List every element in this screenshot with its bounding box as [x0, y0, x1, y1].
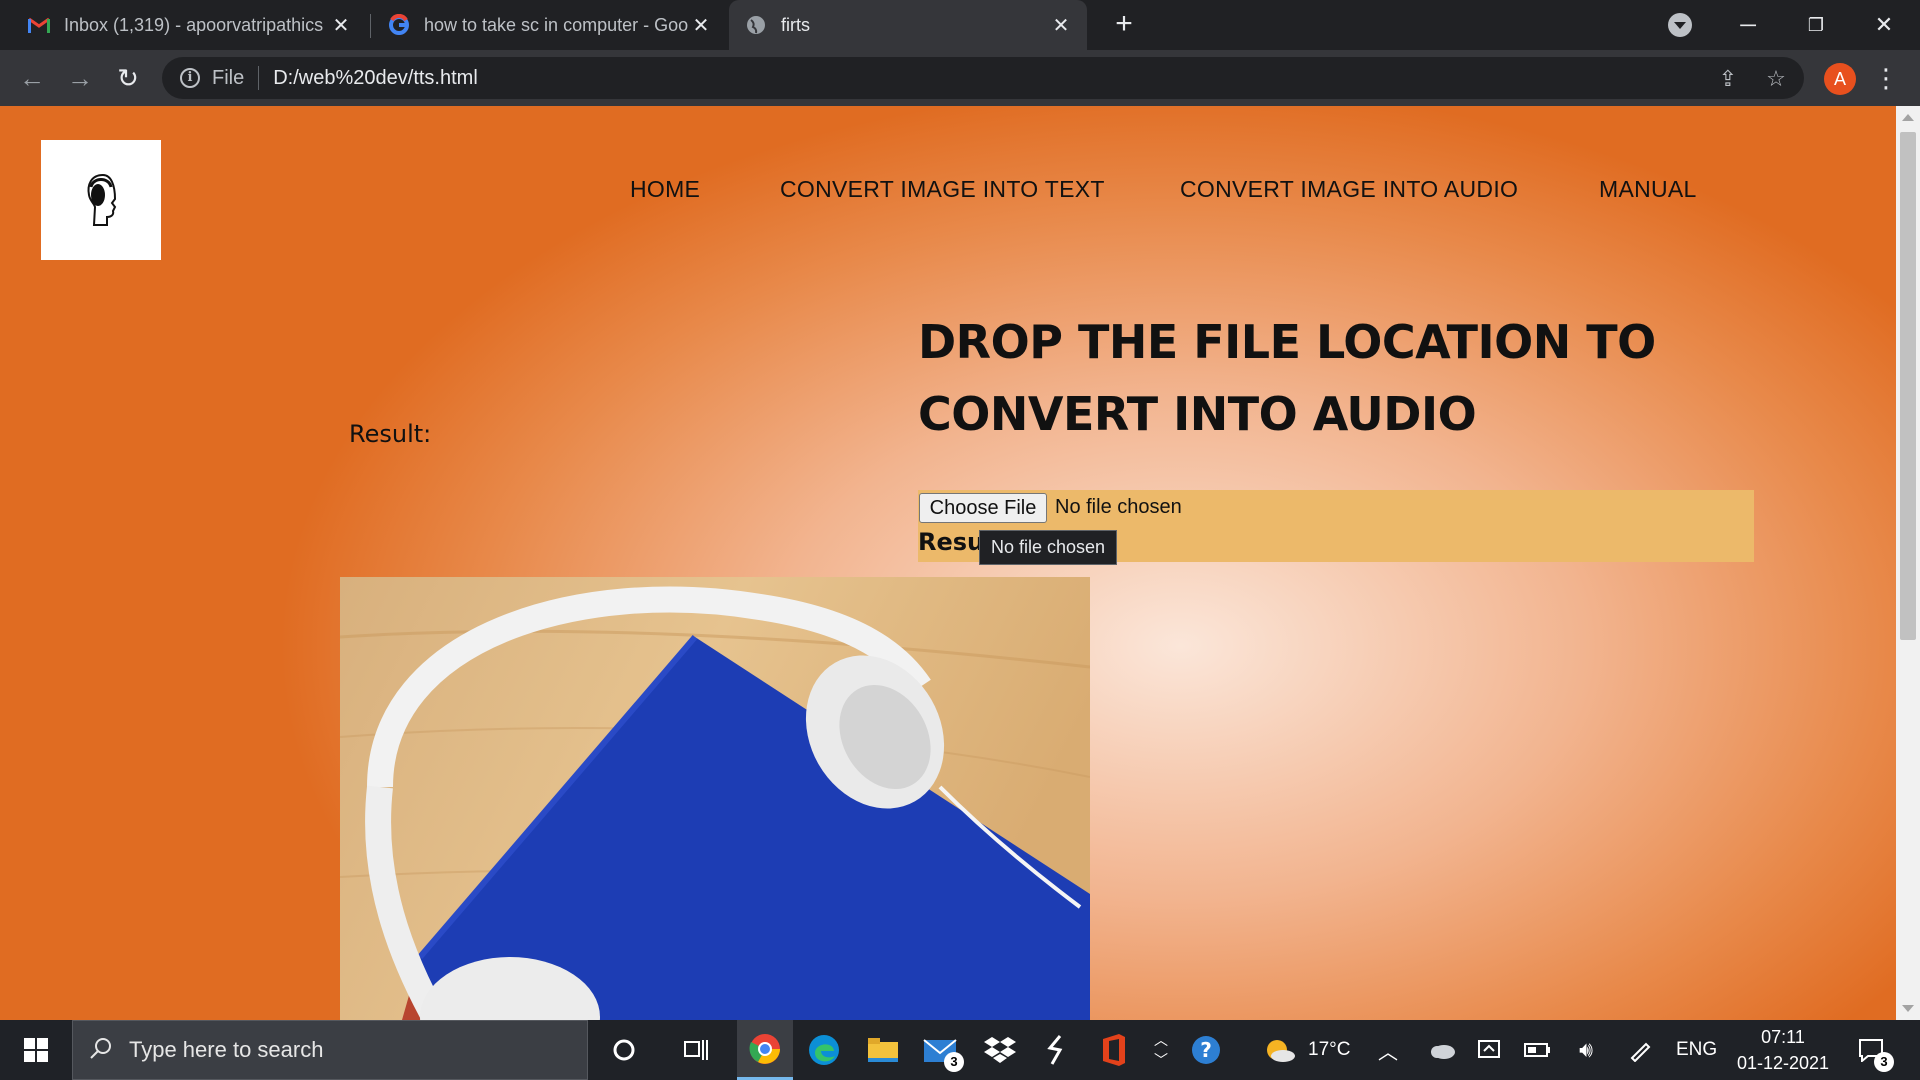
- restore-icon[interactable]: ❐: [1798, 8, 1834, 42]
- minimize-icon[interactable]: ─: [1730, 8, 1766, 42]
- weather-temp[interactable]: 17°C: [1308, 1020, 1350, 1080]
- mail-icon[interactable]: 3: [912, 1020, 968, 1080]
- battery-icon[interactable]: [1516, 1020, 1560, 1080]
- browser-toolbar: ← → ↻ i File D:/web%20dev/tts.html ⇪ ☆ A…: [0, 50, 1920, 106]
- dropbox-icon[interactable]: [972, 1020, 1028, 1080]
- mail-badge: 3: [944, 1052, 964, 1072]
- main-nav: HOME CONVERT IMAGE INTO TEXT CONVERT IMA…: [0, 176, 1896, 216]
- bookmark-star-icon[interactable]: ☆: [1762, 65, 1790, 93]
- profile-avatar[interactable]: A: [1824, 63, 1856, 95]
- globe-icon: [745, 14, 767, 36]
- url-text[interactable]: D:/web%20dev/tts.html: [273, 67, 478, 90]
- new-tab-button[interactable]: +: [1108, 9, 1140, 41]
- nav-home[interactable]: HOME: [630, 176, 700, 203]
- search-placeholder: Type here to search: [129, 1037, 324, 1062]
- clock-time: 07:11: [1761, 1027, 1805, 1047]
- show-hidden-icons-chevron-up-icon[interactable]: ︿: [1368, 1020, 1408, 1080]
- reload-icon[interactable]: ↻: [112, 62, 144, 94]
- nav-manual[interactable]: MANUAL: [1599, 176, 1697, 203]
- heading-line-2: CONVERT INTO AUDIO: [918, 387, 1477, 441]
- taskbar-scroll-arrows-icon[interactable]: ︿ ﹀: [1146, 1020, 1176, 1080]
- close-tab-icon[interactable]: ✕: [331, 13, 351, 38]
- file-input-tooltip: No file chosen: [979, 530, 1118, 565]
- info-icon[interactable]: i: [180, 68, 200, 88]
- scroll-up-icon[interactable]: [1902, 114, 1914, 121]
- taskbar-clock[interactable]: 07:11 01-12-2021: [1728, 1024, 1838, 1076]
- svg-text:?: ?: [1200, 1038, 1212, 1062]
- file-status-text: No file chosen: [1055, 496, 1182, 518]
- result-label: Result:: [349, 420, 432, 448]
- tab-google[interactable]: how to take sc in computer - Goo ✕: [372, 0, 727, 50]
- file-explorer-icon[interactable]: [855, 1020, 911, 1080]
- edge-icon[interactable]: [796, 1020, 852, 1080]
- tab-title: how to take sc in computer - Goo: [424, 14, 689, 35]
- sublime-icon[interactable]: [1028, 1020, 1084, 1080]
- browser-menu-icon[interactable]: ⋮: [1872, 62, 1900, 94]
- notification-center-icon[interactable]: 3: [1846, 1020, 1896, 1080]
- share-icon[interactable]: ⇪: [1714, 65, 1742, 93]
- help-icon[interactable]: ?: [1178, 1020, 1234, 1080]
- clock-date: 01-12-2021: [1736, 1053, 1830, 1073]
- browser-tab-strip: Inbox (1,319) - apoorvatripathics ✕ how …: [0, 0, 1920, 50]
- heading-line-1: DROP THE FILE LOCATION TO: [918, 315, 1656, 369]
- device-sync-icon[interactable]: [1468, 1020, 1512, 1080]
- close-window-icon[interactable]: ✕: [1866, 8, 1902, 42]
- office-icon[interactable]: [1085, 1020, 1141, 1080]
- tab-title: Inbox (1,319) - apoorvatripathics: [64, 14, 324, 35]
- page-heading: DROP THE FILE LOCATION TO CONVERT INTO A…: [918, 306, 1818, 450]
- volume-icon[interactable]: 🔊︎: [1564, 1020, 1608, 1080]
- forward-icon[interactable]: →: [64, 62, 96, 94]
- notification-badge: 3: [1874, 1052, 1894, 1072]
- task-view-icon[interactable]: [668, 1020, 724, 1080]
- address-bar[interactable]: i File D:/web%20dev/tts.html ⇪ ☆: [162, 57, 1804, 99]
- result-output-label: Resu: [918, 528, 985, 556]
- book-headphones-image: [340, 577, 1090, 1020]
- choose-file-button[interactable]: Choose File: [919, 493, 1047, 523]
- url-scheme: File: [212, 66, 245, 89]
- page-scrollbar[interactable]: [1896, 106, 1920, 1020]
- page-viewport: HOME CONVERT IMAGE INTO TEXT CONVERT IMA…: [0, 106, 1896, 1020]
- close-tab-icon[interactable]: ✕: [1051, 13, 1071, 38]
- omnibox-divider: [258, 66, 260, 90]
- nav-convert-image-audio[interactable]: CONVERT IMAGE INTO AUDIO: [1180, 176, 1518, 203]
- tab-search-icon[interactable]: [1668, 13, 1692, 37]
- tab-active-page[interactable]: firts ✕: [729, 0, 1087, 50]
- windows-taskbar: Type here to search 3 ︿ ﹀ ? 17°C ︿ 🔊︎ EN…: [0, 1020, 1920, 1080]
- search-icon: [89, 1036, 113, 1065]
- tab-separator: [370, 14, 371, 38]
- tab-title: firts: [781, 14, 810, 35]
- gmail-icon: [28, 14, 50, 36]
- google-icon: [388, 14, 410, 36]
- close-tab-icon[interactable]: ✕: [691, 13, 711, 38]
- pen-ink-icon[interactable]: [1618, 1020, 1662, 1080]
- tab-gmail[interactable]: Inbox (1,319) - apoorvatripathics ✕: [12, 0, 367, 50]
- taskbar-search-input[interactable]: Type here to search: [72, 1020, 588, 1080]
- onedrive-cloud-icon[interactable]: [1420, 1020, 1464, 1080]
- scroll-thumb[interactable]: [1900, 132, 1916, 640]
- chrome-taskbar-icon[interactable]: [737, 1020, 793, 1080]
- weather-sun-icon[interactable]: [1252, 1020, 1308, 1080]
- back-icon[interactable]: ←: [16, 62, 48, 94]
- scroll-down-icon[interactable]: [1902, 1005, 1914, 1012]
- input-language[interactable]: ENG: [1676, 1020, 1717, 1080]
- nav-convert-image-text[interactable]: CONVERT IMAGE INTO TEXT: [780, 176, 1105, 203]
- windows-start-icon[interactable]: [0, 1020, 72, 1080]
- cortana-icon[interactable]: [596, 1020, 652, 1080]
